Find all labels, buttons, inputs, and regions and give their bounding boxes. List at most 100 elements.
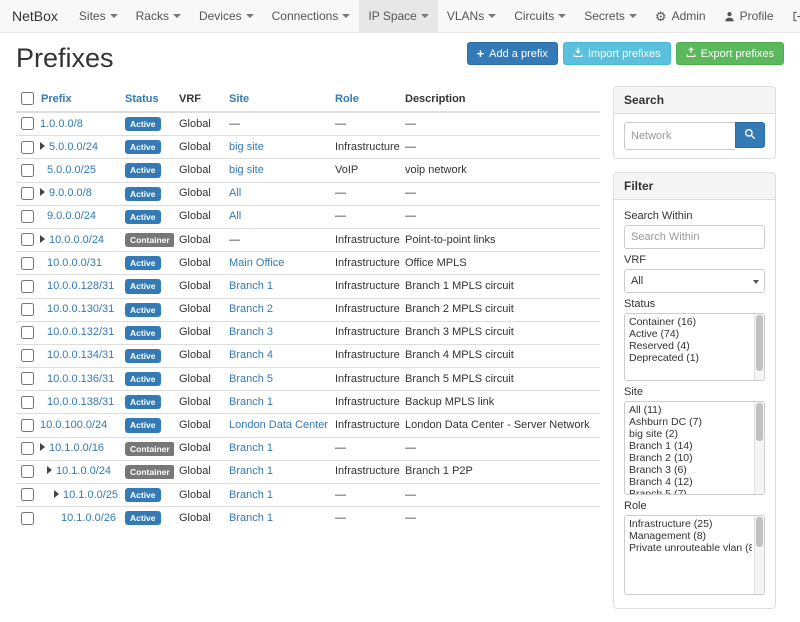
site-link[interactable]: London Data Center <box>229 419 328 431</box>
prefix-link[interactable]: 10.0.0.134/31 <box>47 349 114 361</box>
listbox-option[interactable]: Branch 1 (14) <box>627 440 752 452</box>
listbox-option[interactable]: Container (16) <box>627 316 752 328</box>
site-link[interactable]: Branch 1 <box>229 512 273 524</box>
listbox-option[interactable]: Infrastructure (25) <box>627 518 752 530</box>
site-listbox[interactable]: All (11)Ashburn DC (7)big site (2)Branch… <box>624 401 765 495</box>
row-checkbox[interactable] <box>21 442 34 455</box>
site-link[interactable]: Branch 2 <box>229 303 273 315</box>
listbox-option[interactable]: Branch 5 (7) <box>627 488 752 495</box>
prefix-link[interactable]: 10.0.0.132/31 <box>47 326 114 338</box>
prefix-link[interactable]: 10.0.0.0/31 <box>47 257 102 269</box>
search-button[interactable] <box>735 122 765 148</box>
prefix-link[interactable]: 10.1.0.0/26 <box>61 512 116 524</box>
status-listbox[interactable]: Container (16)Active (74)Reserved (4)Dep… <box>624 313 765 381</box>
listbox-option[interactable]: Ashburn DC (7) <box>627 416 752 428</box>
prefix-link[interactable]: 10.0.0.128/31 <box>47 280 114 292</box>
listbox-option[interactable]: Private unrouteable vlan (8) <box>627 542 752 554</box>
nav-item-circuits[interactable]: Circuits <box>505 0 575 32</box>
row-checkbox[interactable] <box>21 164 34 177</box>
scrollbar[interactable] <box>754 314 764 380</box>
role-listbox[interactable]: Infrastructure (25)Management (8)Private… <box>624 515 765 595</box>
listbox-option[interactable]: Management (8) <box>627 530 752 542</box>
vrf-select[interactable]: All <box>624 269 765 293</box>
site-link[interactable]: All <box>229 210 241 222</box>
listbox-option[interactable]: Reserved (4) <box>627 340 752 352</box>
site-link[interactable]: big site <box>229 141 264 153</box>
listbox-option[interactable]: Branch 4 (12) <box>627 476 752 488</box>
nav-item-devices[interactable]: Devices <box>190 0 263 32</box>
prefix-link[interactable]: 10.1.0.0/24 <box>56 465 111 477</box>
search-within-input[interactable] <box>624 225 765 249</box>
site-link[interactable]: Branch 4 <box>229 349 273 361</box>
row-checkbox[interactable] <box>21 233 34 246</box>
prefix-link[interactable]: 10.1.0.0/16 <box>49 442 104 454</box>
row-checkbox[interactable] <box>21 326 34 339</box>
site-link[interactable]: Branch 5 <box>229 373 273 385</box>
site-link[interactable]: Branch 3 <box>229 326 273 338</box>
prefix-link[interactable]: 10.0.0.130/31 <box>47 303 114 315</box>
row-checkbox[interactable] <box>21 465 34 478</box>
site-link[interactable]: Branch 1 <box>229 465 273 477</box>
listbox-option[interactable]: All (11) <box>627 404 752 416</box>
column-header-role[interactable]: Role <box>330 86 400 112</box>
nav-item-ip-space[interactable]: IP Space <box>359 0 437 32</box>
column-header-site[interactable]: Site <box>224 86 330 112</box>
listbox-option[interactable]: Branch 3 (6) <box>627 464 752 476</box>
nav-item-connections[interactable]: Connections <box>263 0 360 32</box>
scrollbar-thumb[interactable] <box>756 403 763 441</box>
listbox-option[interactable]: Branch 2 (10) <box>627 452 752 464</box>
scrollbar-thumb[interactable] <box>756 517 763 547</box>
row-checkbox[interactable] <box>21 419 34 432</box>
listbox-option[interactable]: big site (2) <box>627 428 752 440</box>
column-header-status[interactable]: Status <box>120 86 174 112</box>
row-checkbox[interactable] <box>21 141 34 154</box>
nav-item-vlans[interactable]: VLANs <box>438 0 505 32</box>
nav-item-profile[interactable]: Profile <box>715 0 783 32</box>
site-link[interactable]: Branch 1 <box>229 280 273 292</box>
row-checkbox[interactable] <box>21 488 34 501</box>
prefix-link[interactable]: 10.0.0.136/31 <box>47 373 114 385</box>
listbox-option[interactable]: Deprecated (1) <box>627 352 752 364</box>
scrollbar[interactable] <box>754 516 764 594</box>
listbox-option[interactable]: Active (74) <box>627 328 752 340</box>
prefix-link[interactable]: 10.1.0.0/25 <box>63 489 118 501</box>
brand[interactable]: NetBox <box>10 0 70 32</box>
row-checkbox[interactable] <box>21 396 34 409</box>
row-checkbox[interactable] <box>21 187 34 200</box>
scrollbar-thumb[interactable] <box>756 315 763 371</box>
nav-item-admin[interactable]: ⚙ Admin <box>646 0 715 32</box>
row-checkbox[interactable] <box>21 210 34 223</box>
import-prefixes-button[interactable]: Import prefixes <box>563 42 671 65</box>
row-checkbox[interactable] <box>21 372 34 385</box>
site-link[interactable]: Branch 1 <box>229 396 273 408</box>
nav-item-sites[interactable]: Sites <box>70 0 127 32</box>
nav-item-logout[interactable]: Log out <box>783 0 800 32</box>
select-all-checkbox[interactable] <box>21 92 34 105</box>
row-checkbox[interactable] <box>21 512 34 525</box>
prefix-link[interactable]: 10.0.0.0/24 <box>49 234 104 246</box>
prefix-link[interactable]: 9.0.0.0/8 <box>49 187 92 199</box>
row-checkbox[interactable] <box>21 117 34 130</box>
prefix-link[interactable]: 9.0.0.0/24 <box>47 210 96 222</box>
column-header-prefix[interactable]: Prefix <box>36 86 120 112</box>
row-checkbox[interactable] <box>21 280 34 293</box>
export-prefixes-button[interactable]: Export prefixes <box>676 42 784 65</box>
site-link[interactable]: Main Office <box>229 257 284 269</box>
prefix-link[interactable]: 5.0.0.0/25 <box>47 164 96 176</box>
site-link[interactable]: All <box>229 187 241 199</box>
row-checkbox[interactable] <box>21 303 34 316</box>
site-link[interactable]: Branch 1 <box>229 442 273 454</box>
prefix-link[interactable]: 1.0.0.0/8 <box>40 118 83 130</box>
prefix-link[interactable]: 5.0.0.0/24 <box>49 141 98 153</box>
prefix-link[interactable]: 10.0.0.138/31 <box>47 396 114 408</box>
add-prefix-button[interactable]: + Add a prefix <box>467 42 558 65</box>
prefix-link[interactable]: 10.0.100.0/24 <box>40 419 107 431</box>
nav-item-secrets[interactable]: Secrets <box>575 0 646 32</box>
row-checkbox[interactable] <box>21 257 34 270</box>
site-link[interactable]: big site <box>229 164 264 176</box>
site-link[interactable]: Branch 1 <box>229 489 273 501</box>
search-input[interactable] <box>624 122 735 150</box>
nav-item-racks[interactable]: Racks <box>127 0 190 32</box>
row-checkbox[interactable] <box>21 349 34 362</box>
scrollbar[interactable] <box>754 402 764 494</box>
